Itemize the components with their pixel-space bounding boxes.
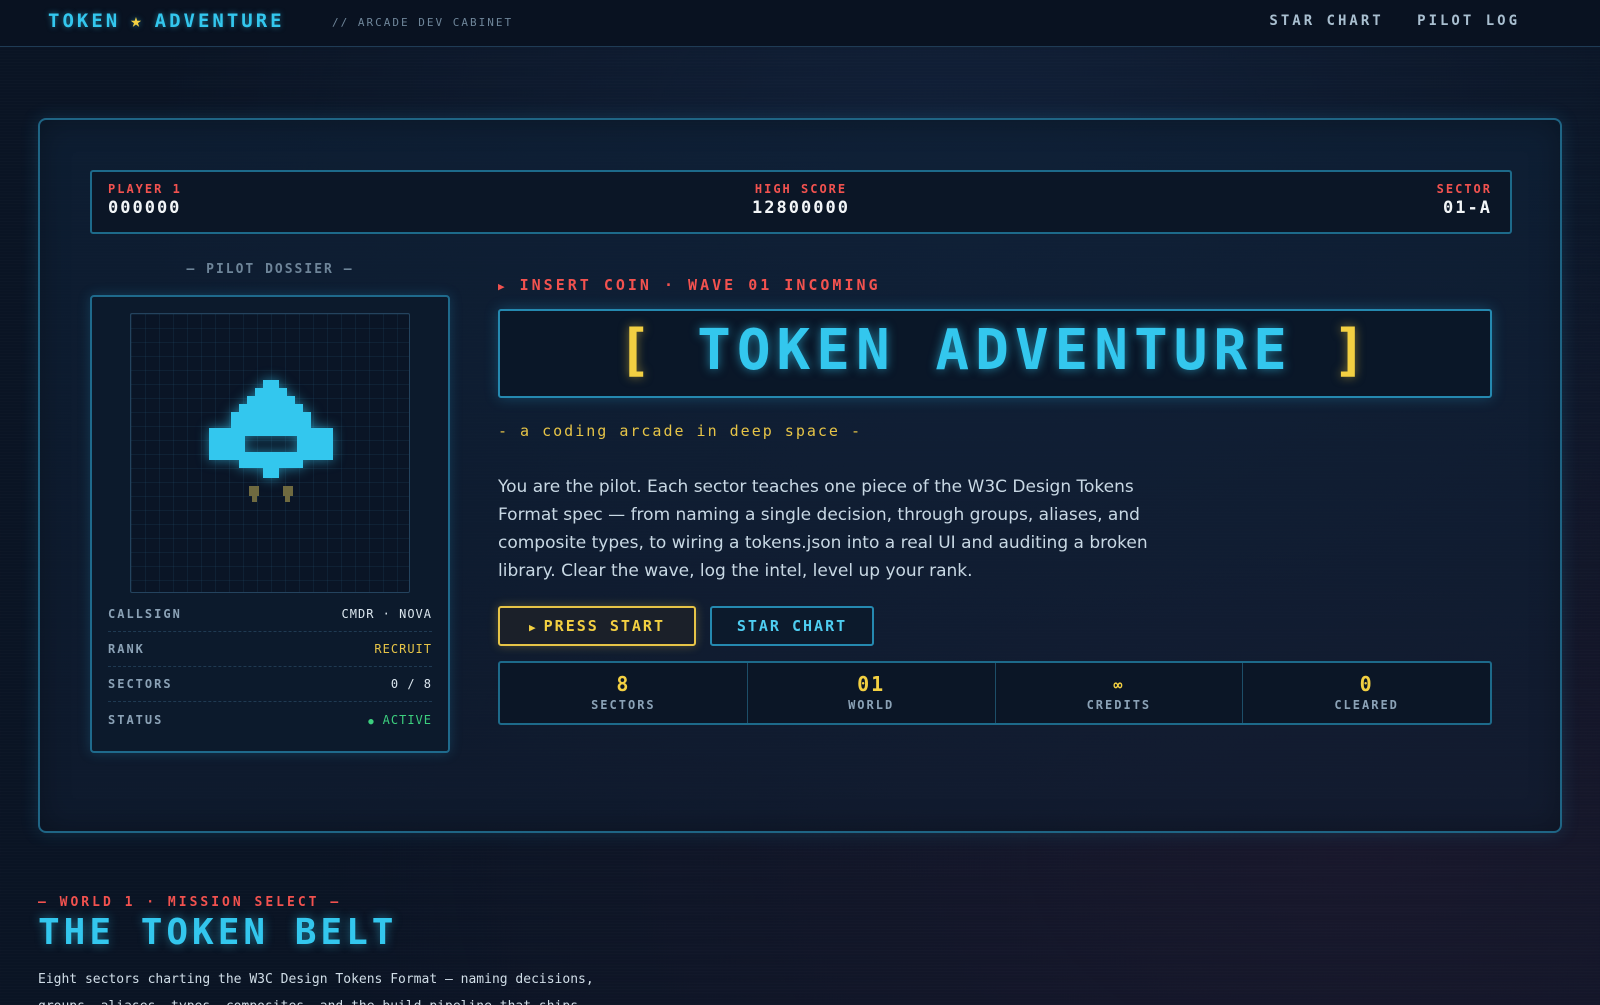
counter-sectors: 8 SECTORS	[500, 663, 748, 723]
title-bracket-close: ]	[1332, 318, 1373, 383]
stat-row-rank: RANK RECRUIT	[108, 632, 432, 667]
pixel-spaceship-icon	[209, 380, 333, 502]
play-triangle-icon: ▶	[529, 621, 538, 634]
section-description: Eight sectors charting the W3C Design To…	[38, 972, 594, 1005]
pilot-portrait	[130, 313, 410, 593]
star-icon: ★	[130, 10, 145, 32]
play-triangle-icon: ▶	[498, 280, 508, 293]
pilot-dossier-card: CALLSIGN CMDR · NOVA RANK RECRUIT SECTOR…	[90, 295, 450, 753]
arcade-cabinet: PLAYER 1 000000 HIGH SCORE 12800000 SECT…	[38, 118, 1562, 833]
brand-logo[interactable]: TOKEN ★ ADVENTURE	[48, 10, 285, 32]
counter-world: 01 WORLD	[748, 663, 996, 723]
counter-label: CREDITS	[1086, 698, 1152, 712]
high-score-block: HIGH SCORE 12800000	[92, 182, 1510, 218]
brand-word-token: TOKEN	[48, 10, 121, 32]
counter-label: SECTORS	[591, 698, 656, 712]
status-badge: ACTIVE	[368, 713, 432, 727]
nav-link-pilot-log[interactable]: PILOT LOG	[1417, 13, 1520, 29]
stat-row-sectors: SECTORS 0 / 8	[108, 667, 432, 702]
sector-label: SECTOR	[1436, 182, 1492, 196]
dossier-title: — PILOT DOSSIER —	[186, 262, 354, 277]
top-nav: STAR CHART PILOT LOG	[1247, 13, 1520, 29]
stat-row-status: STATUS ACTIVE	[108, 702, 432, 737]
high-score-label: HIGH SCORE	[754, 182, 848, 196]
stat-value: 0 / 8	[390, 677, 432, 691]
brand-word-adventure: ADVENTURE	[154, 10, 285, 32]
insert-coin-banner: ▶ INSERT COIN · WAVE 01 INCOMING	[498, 276, 881, 294]
stat-key: STATUS	[108, 712, 164, 727]
pilot-stats: CALLSIGN CMDR · NOVA RANK RECRUIT SECTOR…	[108, 597, 432, 737]
stat-key: CALLSIGN	[108, 607, 182, 621]
counter-value: 01	[857, 672, 886, 696]
stat-key: RANK	[108, 642, 145, 656]
title-text: TOKEN ADVENTURE	[697, 318, 1293, 383]
nav-link-star-chart[interactable]: STAR CHART	[1269, 13, 1383, 29]
tagline: - a coding arcade in deep space -	[498, 422, 863, 440]
section-eyebrow: — WORLD 1 · MISSION SELECT —	[38, 895, 342, 910]
hero-description: You are the pilot. Each sector teaches o…	[498, 477, 1148, 581]
sector-value: 01-A	[1443, 198, 1492, 218]
stat-value: CMDR · NOVA	[341, 607, 432, 621]
counter-cleared: 0 CLEARED	[1243, 663, 1490, 723]
counter-value: 8	[616, 672, 631, 696]
star-chart-label: STAR CHART	[736, 617, 848, 635]
title-bracket-open: [	[617, 318, 658, 383]
top-bar: TOKEN ★ ADVENTURE // ARCADE DEV CABINET ST…	[0, 0, 1600, 47]
counter-label: WORLD	[848, 698, 895, 712]
page-title: [ TOKEN ADVENTURE ]	[500, 318, 1490, 383]
counter-value: 0	[1359, 672, 1374, 696]
section-title: THE TOKEN BELT	[38, 912, 398, 953]
stat-value: RECRUIT	[374, 642, 432, 656]
high-score-value: 12800000	[752, 198, 850, 218]
title-marquee: [ TOKEN ADVENTURE ]	[498, 309, 1492, 398]
sector-block: SECTOR 01-A	[1437, 182, 1492, 218]
counter-credits: ∞ CREDITS	[996, 663, 1244, 723]
brand-subtitle: // ARCADE DEV CABINET	[332, 16, 514, 29]
stats-counters: 8 SECTORS 01 WORLD ∞ CREDITS 0 CLEARED	[498, 661, 1492, 725]
stat-key: SECTORS	[108, 677, 173, 691]
score-hud: PLAYER 1 000000 HIGH SCORE 12800000 SECT…	[90, 170, 1512, 234]
press-start-button[interactable]: ▶ PRESS START	[498, 606, 696, 646]
star-chart-button[interactable]: STAR CHART	[710, 606, 874, 646]
insert-coin-text: INSERT COIN · WAVE 01 INCOMING	[519, 276, 881, 294]
counter-label: CLEARED	[1334, 698, 1399, 712]
counter-value: ∞	[1113, 676, 1125, 694]
press-start-label: PRESS START	[543, 617, 665, 635]
stat-row-callsign: CALLSIGN CMDR · NOVA	[108, 597, 432, 632]
